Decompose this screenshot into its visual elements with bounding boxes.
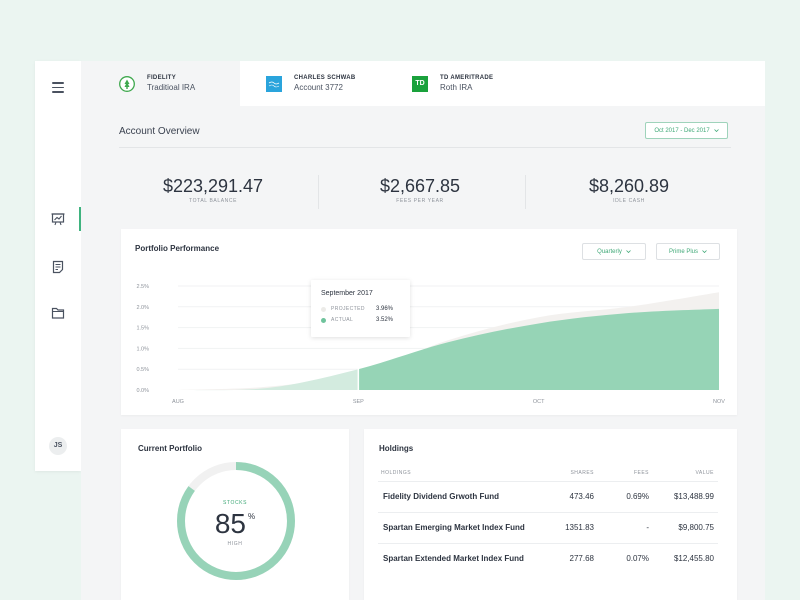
x-tick-label: OCT <box>533 399 545 405</box>
holding-fees: 0.69% <box>626 492 649 501</box>
stat-total-balance: $223,291.47 TOTAL BALANCE <box>113 175 313 204</box>
stat-divider <box>525 175 526 209</box>
stat-value: $2,667.85 <box>379 176 461 196</box>
holding-name: Fidelity Dividend Grwoth Fund <box>383 492 499 501</box>
tab-account-name: CHARLES SCHWAB <box>294 74 356 81</box>
table-row[interactable]: Fidelity Dividend Grwoth Fund 473.46 0.6… <box>378 482 718 513</box>
column-header-fees: FEES <box>633 470 649 476</box>
stat-label: TOTAL BALANCE <box>189 198 237 204</box>
tab-account-name: TD AMERITRADE <box>440 74 494 81</box>
holding-name: Spartan Emerging Market Index Fund <box>383 523 525 532</box>
projected-dot-icon <box>321 306 326 312</box>
gauge-unit: % <box>248 512 256 521</box>
gauge-label: STOCKS <box>222 500 248 506</box>
main-panel: FIDELITY Traditioal IRA CHARLES SCHWAB A… <box>81 61 765 600</box>
tab-account-type: Roth IRA <box>440 82 473 92</box>
menu-icon[interactable] <box>52 82 64 93</box>
tooltip-title: September 2017 <box>321 290 373 297</box>
holding-shares: 277.68 <box>569 554 594 563</box>
x-tick-label: AUG <box>172 399 184 405</box>
schwab-logo <box>266 75 282 92</box>
gauge-value-wrap: 85% <box>121 508 349 540</box>
x-tick-label: SEP <box>353 399 364 405</box>
y-tick-label: 2.5% <box>136 284 149 290</box>
page-title: Account Overview <box>119 126 200 137</box>
stat-value: $223,291.47 <box>162 176 264 196</box>
tab-fidelity[interactable]: FIDELITY Traditioal IRA <box>81 61 240 106</box>
date-range-dropdown[interactable]: Oct 2017 - Dec 2017 <box>645 122 728 139</box>
card-title: Current Portfolio <box>138 444 202 453</box>
column-header-value: VALUE <box>695 470 714 476</box>
holding-fees: 0.07% <box>626 554 649 563</box>
stat-label: IDLE CASH <box>613 198 645 204</box>
y-tick-label: 0.0% <box>136 388 149 394</box>
tooltip-actual-value: 3.52% <box>376 317 394 323</box>
gauge-value: 85 <box>214 508 247 539</box>
performance-chart: 0.0% 0.5% 1.0% 1.5% 2.0% 2.5% AUG SEP OCT NOV <box>136 284 725 405</box>
current-portfolio-card: Current Portfolio STOCKS 85% HIGH <box>121 429 349 600</box>
tab-account-type: Account 3772 <box>294 82 343 92</box>
holding-value: $12,455.80 <box>673 554 714 563</box>
column-header-shares: SHARES <box>570 470 594 476</box>
tab-charles-schwab[interactable]: CHARLES SCHWAB Account 3772 <box>266 61 406 106</box>
table-row[interactable]: Spartan Extended Market Index Fund 277.6… <box>378 544 718 575</box>
tooltip-projected-value: 3.96% <box>376 306 394 312</box>
y-tick-label: 0.5% <box>136 367 149 373</box>
holding-name: Spartan Extended Market Index Fund <box>383 554 524 563</box>
stat-value: $8,260.89 <box>588 176 670 196</box>
stat-fees-per-year: $2,667.85 FEES PER YEAR <box>320 175 520 204</box>
y-tick-label: 1.0% <box>136 346 149 352</box>
stat-label: FEES PER YEAR <box>396 198 444 204</box>
actual-dot-icon <box>321 317 326 323</box>
tooltip-projected-row: PROJECTED 3.96% <box>321 306 401 312</box>
header-divider <box>119 147 731 148</box>
holding-value: $9,800.75 <box>678 523 714 532</box>
holding-shares: 1351.83 <box>565 523 594 532</box>
holding-fees: - <box>646 523 649 532</box>
sidebar: JS <box>35 61 81 471</box>
fidelity-logo <box>119 75 135 92</box>
chart-tooltip: September 2017 PROJECTED 3.96% ACTUAL 3.… <box>311 280 410 337</box>
table-row[interactable]: Spartan Emerging Market Index Fund 1351.… <box>378 513 718 544</box>
tab-account-name: FIDELITY <box>147 74 177 81</box>
date-range-label: Oct 2017 - Dec 2017 <box>654 127 710 134</box>
tooltip-projected-label: PROJECTED <box>331 306 365 312</box>
avatar[interactable]: JS <box>49 437 67 455</box>
tooltip-actual-label: ACTUAL <box>331 317 354 323</box>
chevron-down-icon <box>713 128 719 134</box>
y-tick-label: 2.0% <box>136 305 149 311</box>
holding-value: $13,488.99 <box>673 492 714 501</box>
presentation-chart-icon[interactable] <box>51 212 65 226</box>
portfolio-performance-card: Portfolio Performance Quarterly Prime Pl… <box>121 229 737 415</box>
account-tabs: FIDELITY Traditioal IRA CHARLES SCHWAB A… <box>81 61 765 106</box>
column-header-holdings: HOLDINGS <box>381 470 412 476</box>
x-tick-label: NOV <box>713 399 725 405</box>
tooltip-actual-row: ACTUAL 3.52% <box>321 317 401 323</box>
y-tick-label: 1.5% <box>136 326 149 332</box>
card-title: Holdings <box>379 444 414 453</box>
tab-td-ameritrade[interactable]: TD TD AMERITRADE Roth IRA <box>412 61 552 106</box>
gauge-sublabel: HIGH <box>227 541 243 547</box>
stat-idle-cash: $8,260.89 IDLE CASH <box>529 175 729 204</box>
td-logo: TD <box>412 75 428 92</box>
actual-area <box>358 308 719 390</box>
holding-shares: 473.46 <box>569 492 594 501</box>
stat-divider <box>318 175 319 209</box>
holdings-card: Holdings HOLDINGS SHARES FEES VALUE Fide… <box>364 429 737 600</box>
folder-icon[interactable] <box>51 306 65 320</box>
tab-account-type: Traditioal IRA <box>147 82 196 92</box>
document-icon[interactable] <box>51 260 65 274</box>
